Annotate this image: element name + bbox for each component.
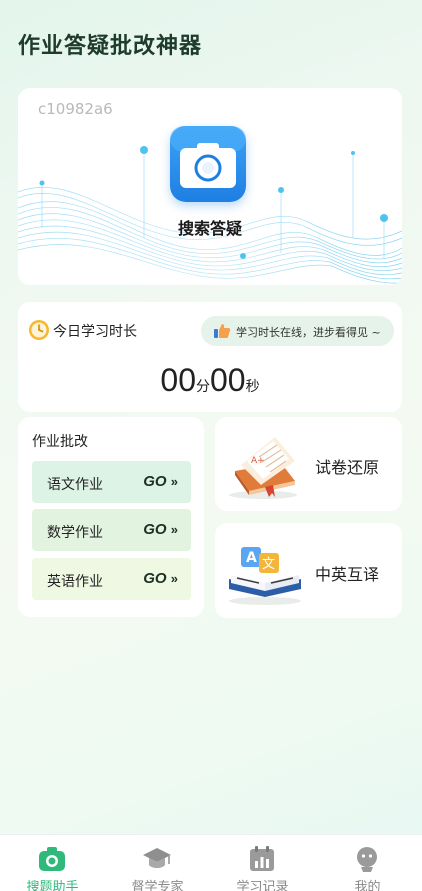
english-homework-button[interactable]: 英语作业 GO »: [32, 558, 191, 600]
homework-item-label: 语文作业: [47, 477, 103, 493]
double-chevron-icon: »: [170, 522, 178, 537]
tab-study-record[interactable]: 学习记录: [210, 835, 315, 891]
homework-item-label: 英语作业: [47, 574, 103, 590]
svg-text:A+: A+: [251, 456, 265, 466]
encourage-text: 学习时长在线，进步看得见 ~: [236, 326, 381, 339]
study-time-card: 今日学习时长 学习时长在线，进步看得见 ~ 00分00秒: [18, 302, 402, 412]
profile-icon: [357, 847, 377, 872]
minutes-value: 00: [160, 362, 196, 398]
double-chevron-icon: »: [170, 474, 178, 489]
camera-button[interactable]: [170, 126, 246, 202]
homework-card: 作业批改 语文作业 GO » 数学作业 GO » 英语作业 GO »: [18, 417, 204, 617]
nav-label: 我的: [354, 880, 381, 891]
nav-label: 督学专家: [131, 880, 184, 891]
translate-label: 中英互译: [315, 565, 380, 584]
camera-tab-icon: [39, 847, 65, 871]
minutes-unit: 分: [196, 379, 210, 395]
go-label: GO »: [143, 570, 178, 587]
test-paper-restore-card[interactable]: A+ 试卷还原: [215, 417, 402, 511]
chinese-homework-button[interactable]: 语文作业 GO »: [32, 461, 191, 503]
graduation-cap-icon: [143, 848, 171, 868]
homework-item-label: 数学作业: [47, 525, 103, 541]
thumbs-up-icon: [214, 324, 231, 338]
nav-label: 学习记录: [236, 880, 289, 891]
go-label: GO »: [143, 473, 178, 490]
tab-profile[interactable]: 我的: [315, 835, 420, 891]
tab-search-assistant[interactable]: 搜题助手: [0, 835, 105, 891]
search-label: 搜索答疑: [177, 219, 242, 238]
translate-book-icon: A 文: [229, 547, 301, 605]
svg-text:文: 文: [262, 557, 275, 572]
test-paper-icon: A+: [229, 437, 297, 499]
calendar-chart-icon: [250, 846, 274, 871]
svg-text:A: A: [246, 550, 257, 566]
encourage-pill: 学习时长在线，进步看得见 ~: [201, 316, 394, 346]
study-time-value: 00分00秒: [18, 362, 402, 399]
go-label: GO »: [143, 521, 178, 538]
seconds-unit: 秒: [245, 379, 260, 395]
study-time-label: 今日学习时长: [53, 324, 137, 340]
homework-title: 作业批改: [32, 434, 88, 450]
translate-card[interactable]: A 文 中英互译: [215, 523, 402, 618]
search-card[interactable]: c10982a6 搜索答疑: [18, 88, 402, 285]
double-chevron-icon: »: [170, 571, 178, 586]
camera-icon: [170, 126, 246, 188]
app-title: 作业答疑批改神器: [18, 34, 203, 59]
clock-icon: [29, 320, 49, 340]
bottom-nav: 搜题助手 督学专家 学习记录 我的: [0, 834, 422, 891]
tab-study-supervisor[interactable]: 督学专家: [105, 835, 210, 891]
test-paper-restore-label: 试卷还原: [315, 458, 380, 477]
nav-label: 搜题助手: [26, 880, 79, 891]
math-homework-button[interactable]: 数学作业 GO »: [32, 509, 191, 551]
seconds-value: 00: [210, 362, 246, 398]
